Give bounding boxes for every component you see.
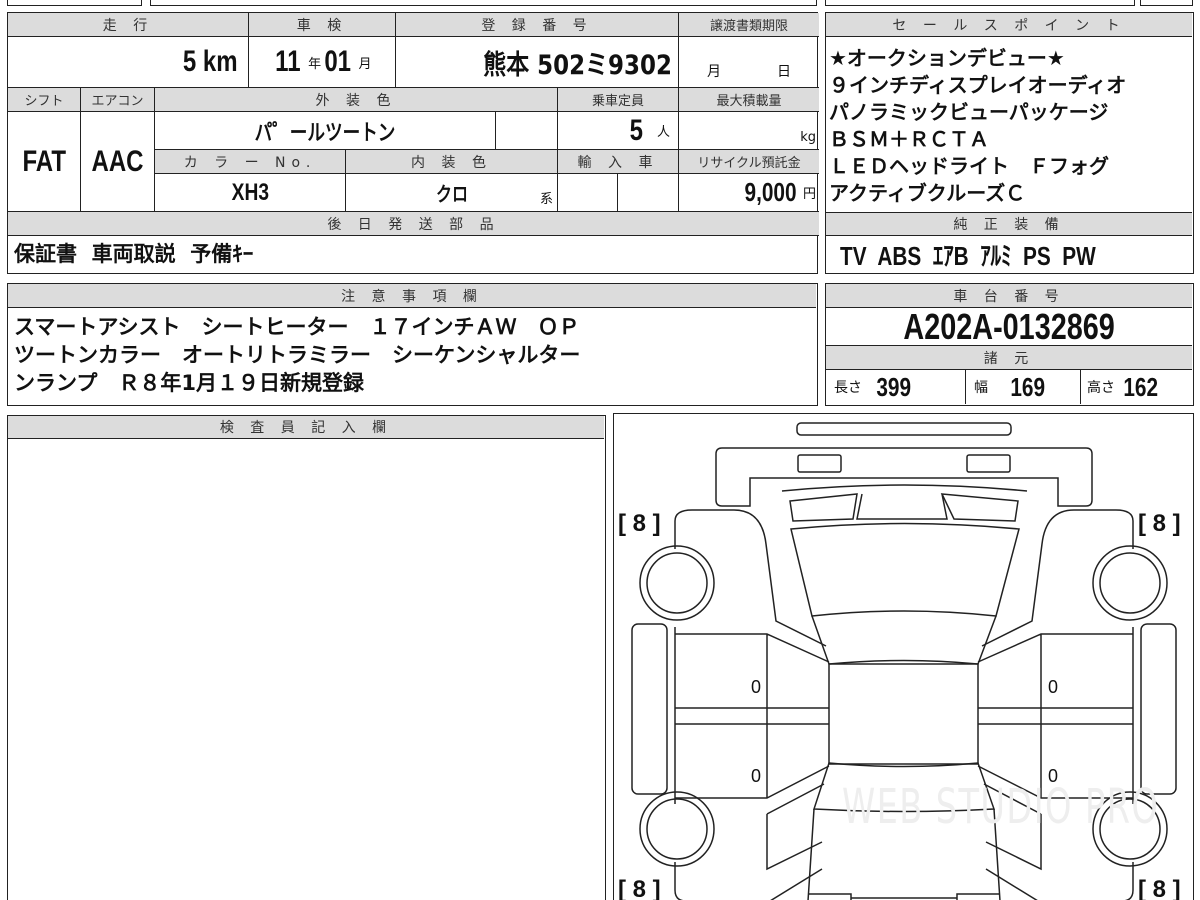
width-value: 169	[1010, 371, 1046, 402]
inspection-value: 11 年 01 月	[249, 37, 396, 88]
door-mark: 0	[751, 677, 762, 697]
length-value: 399	[876, 371, 912, 402]
capacity-value: 5人	[558, 112, 679, 150]
sales-point-item: パノラミックビューパッケージ	[829, 100, 1109, 124]
sales-point-item: ９インチディスプレイオーディオ	[829, 73, 1127, 97]
notes-line: スマートアシスト シートヒーター １７インチＡＷ ＯＰ	[14, 315, 580, 339]
ac-header: エアコン	[81, 88, 155, 112]
month-unit: 月	[358, 56, 372, 72]
door-mark: 0	[1048, 766, 1059, 786]
inspection-year: 11	[275, 45, 301, 78]
shift-value: FAT	[8, 112, 81, 212]
sales-point-item: ＬＥＤヘッドライト Ｆフォグ	[829, 154, 1109, 178]
mileage-value: 5 km	[8, 37, 249, 88]
tire-label-rear-right: [ 8 ]	[1138, 876, 1181, 900]
chassis-panel: 車 台 番 号 A202A-0132869 諸 元 長さ 399 幅 169 高さ 1…	[825, 283, 1194, 406]
length-label: 長さ	[834, 380, 862, 396]
top-strip-box	[150, 0, 817, 6]
max-load-header: 最大積載量	[679, 88, 819, 112]
mileage-number: 5	[182, 45, 196, 78]
capacity-number: 5	[629, 113, 644, 147]
notes-header: 注 意 事 項 欄	[8, 284, 816, 308]
ac-value: AAC	[81, 112, 155, 212]
chassis-number-text: A202A-0132869	[903, 308, 1115, 346]
inspector-header: 検 査 員 記 入 欄	[8, 416, 604, 439]
later-parts-value: 保証書 車両取説 予備ｷｰ	[14, 242, 254, 266]
ac-text: AAC	[91, 144, 144, 178]
interior-color-text: クロ	[435, 182, 468, 206]
exterior-color-value: パ゜ールツートン	[155, 112, 496, 150]
recycle-header: リサイクル預託金	[679, 150, 819, 174]
mileage-unit: km	[202, 45, 238, 78]
watermark: WEB STUDIO PRO	[842, 779, 1160, 835]
vehicle-summary-table: 走 行 車 検 登 録 番 号 譲渡書類期限 5 km 11 年 01 月 熊本 50…	[7, 12, 819, 274]
shift-header: シフト	[8, 88, 81, 112]
equipment-text: TV ABS ｴｱB ｱﾙﾐ PS PW	[840, 241, 1096, 271]
interior-color-suffix: 系	[539, 192, 553, 207]
import-value-b	[618, 174, 679, 212]
transfer-deadline-header: 譲渡書類期限	[679, 13, 819, 37]
top-strip-box	[7, 0, 142, 6]
top-strip-box	[1140, 0, 1193, 6]
interior-color-header: 内 装 色	[346, 150, 558, 174]
door-mark: 0	[1048, 677, 1059, 697]
recycle-value: 9,000 円	[679, 174, 819, 212]
sales-points-header: セ ー ル ス ポ イ ン ト	[826, 13, 1192, 37]
registration-number: 熊本 502ミ9302	[483, 49, 672, 81]
color-no-value: XH3	[155, 174, 346, 212]
month-label: 月	[707, 64, 721, 80]
vehicle-damage-diagram: WEB STUDIO PRO [ 8 ] [ 8 ] [ 8 ] [ 8 ] 0…	[613, 413, 1194, 900]
registration-value: 熊本 502ミ9302	[396, 37, 679, 88]
equipment-header: 純 正 装 備	[826, 212, 1192, 236]
interior-color-value: クロ 系	[346, 174, 558, 212]
transfer-deadline-value: 月日	[679, 37, 819, 88]
sales-point-item: アクティブクルーズＣ	[829, 181, 1026, 205]
notes-line: ンランプ Ｒ８年1月１９日新規登録	[14, 371, 364, 395]
import-value-a	[558, 174, 618, 212]
length-cell: 長さ 399	[826, 370, 966, 404]
capacity-unit: 人	[656, 125, 670, 140]
tire-label-front-right: [ 8 ]	[1138, 510, 1181, 537]
color-no-text: XH3	[231, 178, 269, 206]
equipment-value: TV ABS ｴｱB ｱﾙﾐ PS PW	[826, 236, 1192, 273]
inspection-header: 車 検	[249, 13, 396, 37]
sales-point-item: ＢＳＭ＋ＲＣＴＡ	[829, 127, 989, 151]
height-cell: 高さ 162	[1081, 370, 1192, 404]
exterior-color-header: 外 装 色	[155, 88, 558, 112]
tire-label-rear-left: [ 8 ]	[618, 876, 661, 900]
later-parts-header: 後 日 発 送 部 品	[8, 212, 819, 236]
inspector-notes-panel: 検 査 員 記 入 欄	[7, 415, 606, 900]
tire-label-front-left: [ 8 ]	[618, 510, 661, 537]
notes-line: ツートンカラー オートリトラミラー シーケンシャルター	[14, 343, 581, 367]
max-load-value: kg	[679, 112, 819, 150]
spec-header: 諸 元	[826, 346, 1192, 370]
chassis-number: A202A-0132869	[826, 308, 1192, 346]
registration-header: 登 録 番 号	[396, 13, 679, 37]
width-label: 幅	[974, 380, 988, 396]
chassis-header: 車 台 番 号	[826, 284, 1192, 308]
notes-panel: 注 意 事 項 欄 スマートアシスト シートヒーター １７インチＡＷ ＯＰ ツー…	[7, 283, 818, 406]
year-unit: 年	[308, 56, 322, 72]
color-no-header: カ ラ ー No.	[155, 150, 346, 174]
door-mark: 0	[751, 766, 762, 786]
exterior-color-text: パ゜ールツートン	[254, 120, 396, 146]
width-cell: 幅 169	[966, 370, 1081, 404]
capacity-header: 乗車定員	[558, 88, 679, 112]
day-label: 日	[777, 64, 791, 80]
recycle-unit: 円	[802, 187, 816, 202]
sales-points-panel: セ ー ル ス ポ イ ン ト 純 正 装 備 TV ABS ｴｱB ｱﾙﾐ P…	[825, 12, 1194, 274]
sales-point-item: ★オークションデビュー★	[829, 46, 1065, 70]
auction-sheet: 走 行 車 検 登 録 番 号 譲渡書類期限 5 km 11 年 01 月 熊本 50…	[0, 0, 1200, 900]
height-value: 162	[1123, 371, 1159, 402]
recycle-amount: 9,000	[744, 177, 797, 207]
inspection-month: 01	[324, 45, 352, 78]
shift-text: FAT	[22, 144, 66, 178]
mileage-header: 走 行	[8, 13, 249, 37]
exterior-color-extra	[496, 112, 558, 150]
import-header: 輸 入 車	[558, 150, 679, 174]
height-label: 高さ	[1087, 380, 1115, 396]
top-strip-box	[825, 0, 1135, 6]
